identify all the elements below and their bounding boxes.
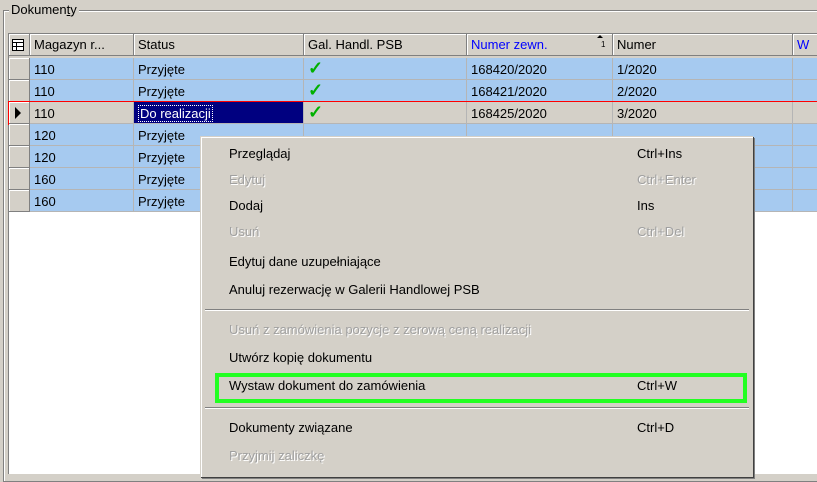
cell-w[interactable]: [793, 58, 817, 80]
menu-separator: [205, 407, 749, 409]
column-header-magazyn[interactable]: Magazyn r...: [30, 34, 134, 56]
cell-numer[interactable]: 3/2020: [613, 102, 793, 124]
highlight-box: [215, 373, 747, 403]
row-indicator[interactable]: [9, 58, 30, 80]
cell-numer[interactable]: 2/2020: [613, 80, 793, 102]
menu-item-utworz-kopie[interactable]: Utwórz kopię dokumentu: [201, 345, 753, 371]
column-header-numer-zewn-label: Numer zewn.: [471, 37, 548, 52]
menu-item-label: Edytuj: [229, 172, 266, 187]
cell-numer-zewn[interactable]: 168421/2020: [467, 80, 613, 102]
column-header-status[interactable]: Status: [134, 34, 304, 56]
cell-numer-zewn[interactable]: 168425/2020: [467, 102, 613, 124]
checkmark-icon: ✓: [308, 58, 324, 78]
menu-item-shortcut: Ins: [637, 198, 655, 213]
menu-item-label: Dokumenty związane: [229, 420, 353, 435]
cell-gal-handl[interactable]: ✓: [304, 58, 467, 80]
menu-item-przegladaj[interactable]: Przeglądaj Ctrl+Ins: [201, 141, 753, 167]
cell-w[interactable]: [793, 146, 817, 168]
cell-magazyn[interactable]: 160: [30, 168, 134, 190]
cell-status-text: Do realizacji: [138, 105, 213, 122]
cell-status-selected[interactable]: Do realizacji: [134, 102, 304, 124]
table-row[interactable]: 110 Przyjęte ✓ 168420/2020 1/2020: [9, 58, 817, 80]
cell-gal-handl[interactable]: ✓: [304, 80, 467, 102]
column-chooser-icon[interactable]: [9, 34, 30, 56]
row-indicator[interactable]: [9, 102, 30, 124]
cell-magazyn[interactable]: 120: [30, 146, 134, 168]
menu-item-shortcut: Ctrl+Enter: [637, 172, 696, 187]
menu-item-dodaj[interactable]: Dodaj Ins: [201, 193, 753, 219]
table-row-current[interactable]: 110 Do realizacji ✓ 168425/2020 3/2020: [8, 101, 817, 125]
menu-item-edytuj-dane-uzupelniajace[interactable]: Edytuj dane uzupełniające: [201, 249, 753, 275]
row-indicator[interactable]: [9, 80, 30, 102]
row-indicator[interactable]: [9, 190, 30, 212]
groupbox-title-suffix: y: [70, 2, 77, 17]
menu-item-label: Przyjmij zaliczkę: [229, 448, 325, 463]
cell-w[interactable]: [793, 124, 817, 146]
row-indicator[interactable]: [9, 124, 30, 146]
svg-text:1: 1: [601, 40, 606, 48]
menu-item-dokumenty-zwiazane[interactable]: Dokumenty związane Ctrl+D: [201, 415, 753, 441]
cell-numer-zewn[interactable]: 168420/2020: [467, 58, 613, 80]
cell-magazyn[interactable]: 110: [30, 58, 134, 80]
cell-magazyn[interactable]: 160: [30, 190, 134, 212]
menu-item-label: Anuluj rezerwację w Galerii Handlowej PS…: [229, 282, 480, 297]
menu-item-anuluj-rezerwacje[interactable]: Anuluj rezerwację w Galerii Handlowej PS…: [201, 277, 753, 303]
cell-w[interactable]: [793, 190, 817, 212]
current-row-arrow-icon: [15, 107, 21, 119]
column-header-w[interactable]: W: [793, 34, 817, 56]
row-indicator[interactable]: [9, 168, 30, 190]
context-menu[interactable]: Przeglądaj Ctrl+Ins Edytuj Ctrl+Enter Do…: [200, 136, 753, 477]
menu-item-label: Usuń: [229, 224, 260, 239]
menu-item-label: Usuń z zamówienia pozycje z zerową ceną …: [229, 322, 532, 337]
menu-item-usun: Usuń Ctrl+Del: [201, 219, 753, 245]
cell-numer[interactable]: 1/2020: [613, 58, 793, 80]
menu-item-edytuj: Edytuj Ctrl+Enter: [201, 167, 753, 193]
column-header-gal-handl[interactable]: Gal. Handl. PSB: [304, 34, 467, 56]
cell-w[interactable]: [793, 102, 817, 124]
column-header-numer[interactable]: Numer: [613, 34, 793, 56]
row-indicator[interactable]: [9, 146, 30, 168]
menu-item-label: Dodaj: [229, 198, 263, 213]
table-row[interactable]: 110 Przyjęte ✓ 168421/2020 2/2020: [9, 80, 817, 102]
cell-magazyn[interactable]: 120: [30, 124, 134, 146]
groupbox-title: Dokumenty: [9, 3, 79, 17]
cell-gal-handl[interactable]: ✓: [304, 102, 467, 124]
groupbox-title-prefix: Dokumen: [11, 2, 67, 17]
cell-magazyn[interactable]: 110: [30, 80, 134, 102]
cell-w[interactable]: [793, 80, 817, 102]
menu-item-shortcut: Ctrl+Ins: [637, 146, 683, 161]
checkmark-icon: ✓: [308, 102, 324, 122]
cell-status[interactable]: Przyjęte: [134, 58, 304, 80]
cell-w[interactable]: [793, 168, 817, 190]
checkmark-icon: ✓: [308, 80, 324, 100]
menu-item-label: Przeglądaj: [229, 146, 291, 161]
cell-status[interactable]: Przyjęte: [134, 80, 304, 102]
menu-item-shortcut: Ctrl+Del: [637, 224, 685, 239]
menu-item-label: Edytuj dane uzupełniające: [229, 254, 381, 269]
cell-magazyn[interactable]: 110: [30, 102, 134, 124]
column-header-numer-zewn[interactable]: Numer zewn. 1: [467, 34, 613, 56]
menu-item-przyjmij-zaliczke: Przyjmij zaliczkę: [201, 443, 753, 469]
menu-item-usun-pozycje-zerowa-cena: Usuń z zamówienia pozycje z zerową ceną …: [201, 317, 753, 343]
menu-separator: [205, 309, 749, 311]
grid-header: Magazyn r... Status Gal. Handl. PSB Nume…: [9, 34, 817, 58]
menu-item-label: Utwórz kopię dokumentu: [229, 350, 373, 365]
sort-ascending-icon: 1: [594, 34, 606, 55]
menu-item-shortcut: Ctrl+D: [637, 420, 675, 435]
